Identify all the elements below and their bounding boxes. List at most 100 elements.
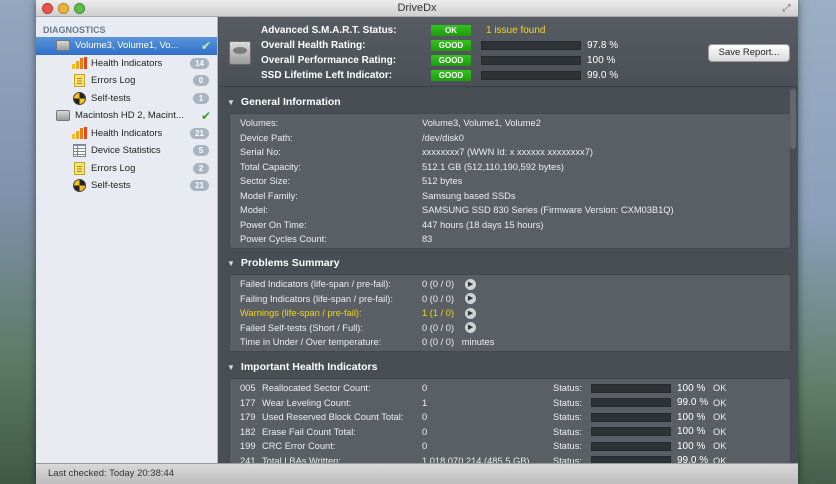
smart-status-pill: OK: [431, 24, 471, 36]
count-badge: 2: [193, 162, 209, 174]
problems-summary-header[interactable]: ▼ Problems Summary: [219, 254, 798, 272]
sidebar-item-label: Volume3, Volume1, Vo...: [75, 40, 179, 52]
hdd-icon: [56, 109, 70, 122]
last-checked-text: Last checked: Today 20:38:44: [48, 468, 175, 479]
fullscreen-icon[interactable]: ⤢: [781, 3, 792, 14]
indicator-percent: 100 %: [677, 426, 706, 438]
zoom-button[interactable]: [74, 3, 85, 14]
info-value: SAMSUNG SSD 830 Series (Firmware Version…: [422, 205, 674, 216]
general-info-title: General Information: [240, 96, 341, 108]
document-icon: [72, 161, 86, 175]
indicator-bar: [591, 412, 671, 422]
indicator-row[interactable]: 199 CRC Error Count: 0 Status: 100 % OK: [230, 439, 790, 454]
indicator-value: 1: [422, 397, 428, 408]
sidebar-item[interactable]: Volume3, Volume1, Vo... ✔: [36, 37, 217, 55]
indicator-row[interactable]: 005 Reallocated Sector Count: 0 Status: 100 …: [230, 381, 790, 396]
status-label: Status:: [553, 383, 582, 394]
info-key: Device Path:: [240, 132, 293, 143]
health-rating-row: Overall Health Rating: GOOD 97.8 %: [261, 38, 618, 52]
indicator-value: 0: [422, 441, 428, 452]
info-value: 83: [422, 234, 433, 245]
go-arrow-icon[interactable]: ▶: [465, 278, 477, 290]
indicator-id: 177: [240, 397, 256, 408]
disclosure-triangle-icon[interactable]: ▼: [227, 363, 235, 372]
indicator-id: 005: [240, 383, 256, 394]
info-key: Power Cycles Count:: [240, 234, 327, 245]
disclosure-triangle-icon[interactable]: ▼: [227, 259, 235, 268]
problem-key: Failed Self-tests (Short / Full):: [240, 322, 363, 333]
titlebar: DriveDx ⤢: [36, 0, 798, 17]
info-key: Total Capacity:: [240, 161, 301, 172]
radiation-icon: [72, 179, 86, 193]
performance-rating-label: Overall Performance Rating:: [261, 54, 397, 66]
radiation-icon: [72, 91, 86, 105]
indicator-state: OK: [713, 397, 727, 408]
sidebar-item[interactable]: Self-tests 21: [36, 177, 217, 195]
drive-icon: [229, 41, 251, 65]
indicator-row[interactable]: 179 Used Reserved Block Count Total: 0 Stat…: [230, 410, 790, 425]
info-row: Sector Size: 512 bytes: [230, 174, 790, 189]
health-indicators-header[interactable]: ▼ Important Health Indicators: [219, 358, 798, 376]
info-row: Model Family: Samsung based SSDs: [230, 189, 790, 204]
close-button[interactable]: [42, 3, 53, 14]
sidebar-item[interactable]: Macintosh HD 2, Macint... ✔: [36, 107, 217, 125]
problems-summary-title: Problems Summary: [240, 257, 340, 269]
sidebar-item[interactable]: Health Indicators 21: [36, 125, 217, 143]
general-info-header[interactable]: ▼ General Information: [219, 93, 798, 111]
problem-row: Time in Under / Over temperature: 0 (0 / …: [230, 335, 790, 350]
go-arrow-icon[interactable]: ▶: [465, 307, 477, 319]
sidebar-item-label: Health Indicators: [91, 127, 163, 139]
save-report-button[interactable]: Save Report...: [708, 44, 790, 62]
status-label: Status:: [553, 455, 582, 463]
indicator-name: Reallocated Sector Count:: [262, 383, 371, 394]
ssd-lifetime-percent: 99.0 %: [587, 69, 619, 81]
indicator-percent: 99.0 %: [677, 397, 709, 409]
indicator-row[interactable]: 182 Erase Fail Count Total: 0 Status: 100 % O…: [230, 425, 790, 440]
scrollbar[interactable]: [790, 89, 796, 454]
ssd-lifetime-bar: [481, 70, 581, 80]
ssd-lifetime-label: SSD Lifetime Left Indicator:: [261, 69, 393, 81]
indicator-percent: 100 %: [677, 411, 706, 423]
indicator-bar: [591, 383, 671, 393]
scrollbar-thumb[interactable]: [790, 89, 796, 149]
sidebar-item[interactable]: Device Statistics 5: [36, 142, 217, 160]
info-value: /dev/disk0: [422, 132, 464, 143]
bar-chart-icon: [71, 57, 87, 70]
problem-value: 0 (0 / 0): [422, 293, 455, 304]
problem-key: Time in Under / Over temperature:: [240, 337, 382, 348]
sidebar-item[interactable]: Errors Log 0: [36, 72, 217, 90]
performance-rating-pill: GOOD: [431, 54, 471, 66]
app-window: DriveDx ⤢ DIAGNOSTICS Volume3, Volume1, …: [36, 0, 798, 484]
minimize-button[interactable]: [58, 3, 69, 14]
sidebar-item[interactable]: Errors Log 2: [36, 160, 217, 178]
issue-count[interactable]: 1 issue found: [486, 25, 546, 36]
indicator-state: OK: [713, 426, 727, 437]
sidebar-item-label: Macintosh HD 2, Macint...: [75, 110, 184, 122]
status-label: Status:: [553, 412, 582, 423]
sidebar-item[interactable]: Self-tests 1: [36, 90, 217, 108]
performance-rating-row: Overall Performance Rating: GOOD 100 %: [261, 53, 615, 67]
go-arrow-icon[interactable]: ▶: [465, 293, 477, 305]
info-row: Model: SAMSUNG SSD 830 Series (Firmware V…: [230, 203, 790, 218]
performance-rating-bar: [481, 55, 581, 65]
performance-rating-percent: 100 %: [587, 54, 616, 66]
health-rating-pill: GOOD: [431, 39, 471, 51]
indicator-id: 182: [240, 426, 256, 437]
indicator-name: Used Reserved Block Count Total:: [262, 412, 404, 423]
disclosure-triangle-icon[interactable]: ▼: [227, 98, 235, 107]
sidebar-item[interactable]: Health Indicators 14: [36, 55, 217, 73]
go-arrow-icon[interactable]: ▶: [465, 322, 477, 334]
indicator-value: 0: [422, 412, 428, 423]
status-label: Status:: [553, 397, 582, 408]
sidebar: DIAGNOSTICS Volume3, Volume1, Vo... ✔ Heal…: [36, 17, 218, 463]
sidebar-item-label: Health Indicators: [91, 57, 163, 69]
info-value: 512.1 GB (512,110,190,592 bytes): [422, 161, 564, 172]
problems-summary-panel: Failed Indicators (life-span / pre-fail)…: [229, 274, 791, 352]
info-key: Power On Time:: [240, 219, 307, 230]
indicator-row[interactable]: 241 Total LBAs Written: 1,018,070,214 (485…: [230, 454, 790, 463]
indicator-name: Total LBAs Written:: [262, 455, 341, 463]
info-row: Power On Time: 447 hours (18 days 15 hour…: [230, 218, 790, 233]
info-key: Model:: [240, 205, 268, 216]
bar-chart-icon: [71, 127, 87, 140]
indicator-row[interactable]: 177 Wear Leveling Count: 1 Status: 99.0 % OK: [230, 396, 790, 411]
